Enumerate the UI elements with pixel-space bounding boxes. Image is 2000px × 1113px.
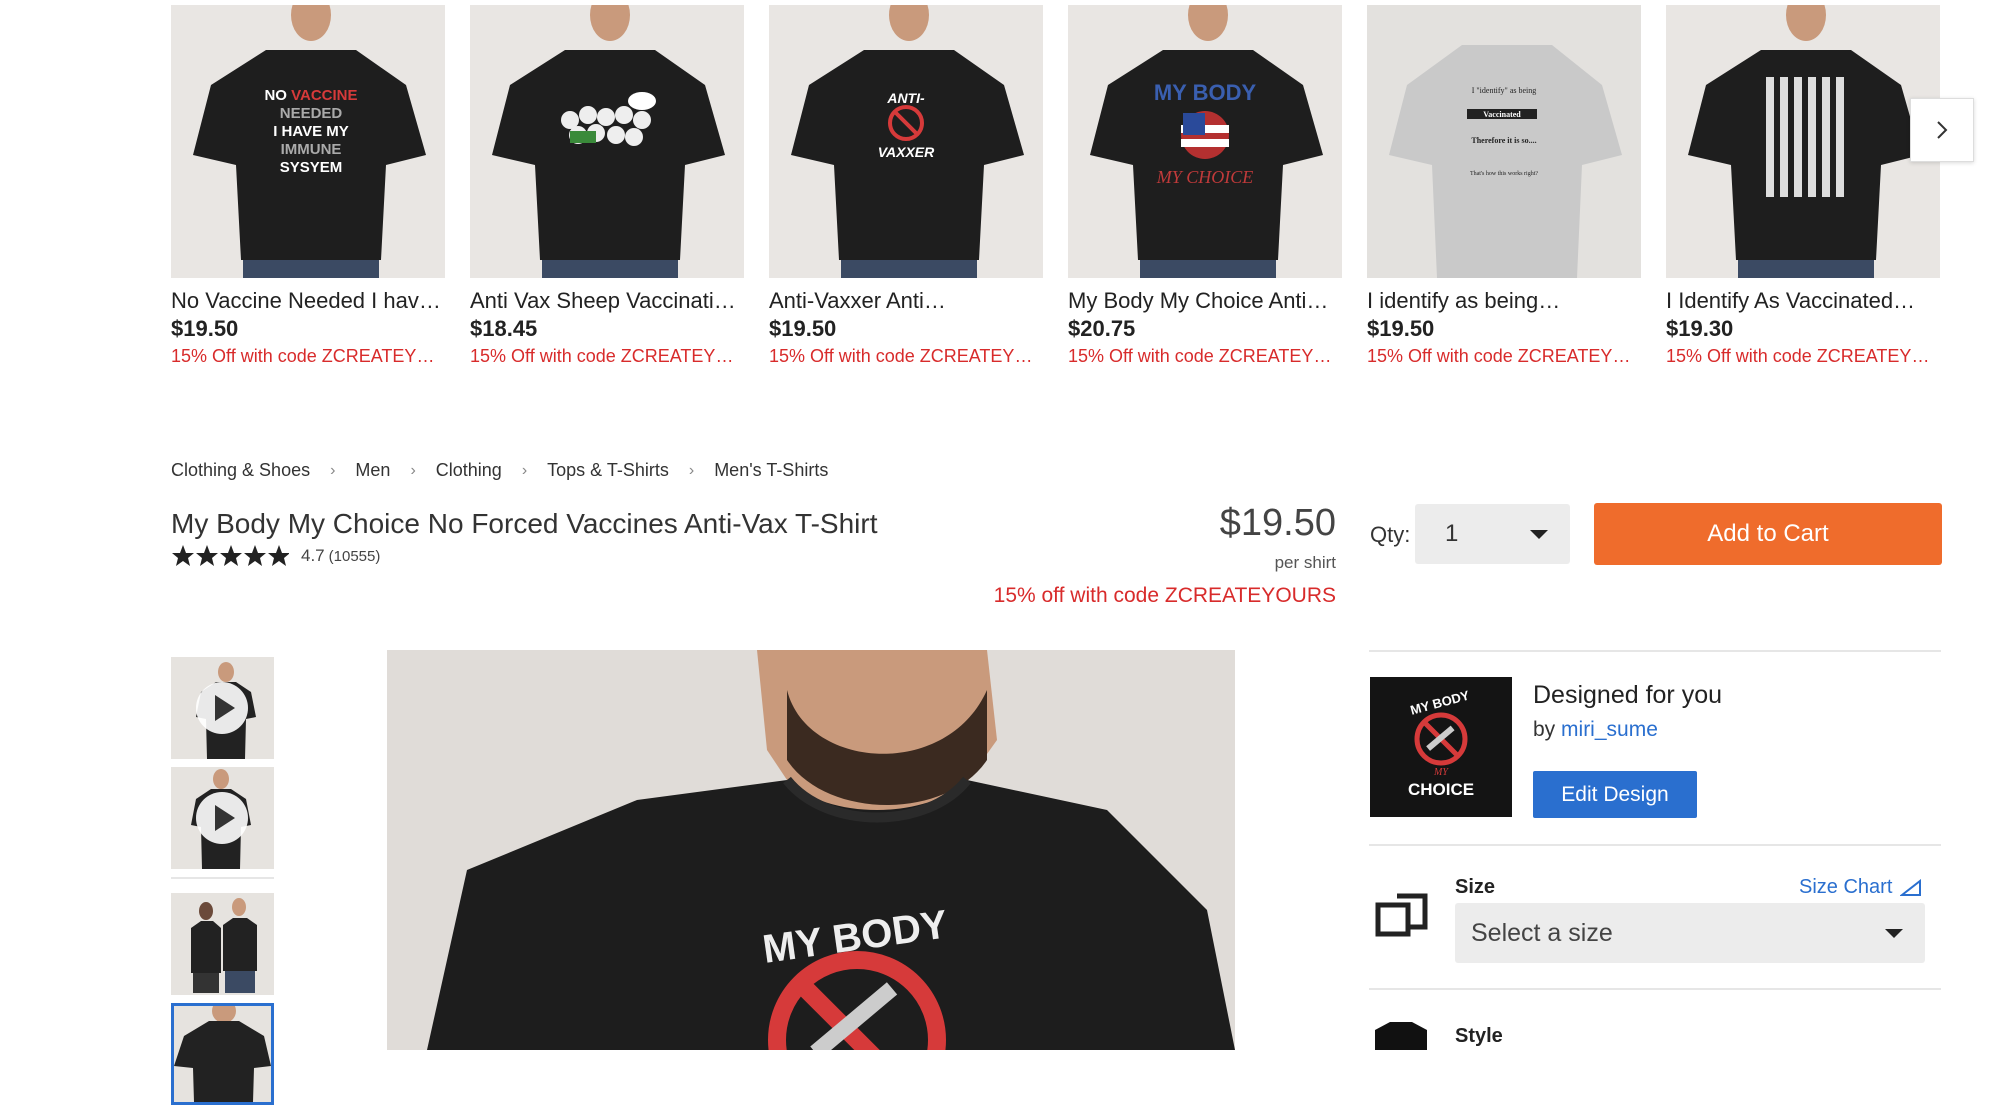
size-chart-link[interactable]: Size Chart <box>1799 876 1922 899</box>
caret-down-icon <box>1885 928 1903 938</box>
rating-count[interactable]: (10555) <box>329 548 381 565</box>
video-thumbnail[interactable] <box>171 767 274 869</box>
product-promo: 15% Off with code ZCREATEYO… <box>1367 346 1641 366</box>
product-card[interactable]: NO VACCINE NEEDED I HAVE MY IMMUNE SYSYEM N… <box>171 5 445 369</box>
rating-stars <box>171 544 295 568</box>
product-name[interactable]: Anti Vax Sheep Vaccinatio… <box>470 287 744 315</box>
svg-text:MY: MY <box>1433 767 1449 778</box>
product-price: $19.50 <box>171 316 239 341</box>
product-card[interactable]: Anti Vax Sheep Vaccinatio… $18.45 15% Of… <box>470 5 744 369</box>
product-title: My Body My Choice No Forced Vaccines Ant… <box>171 508 878 539</box>
product-promo: 15% Off with code ZCREATEYO… <box>470 346 744 366</box>
product-name[interactable]: No Vaccine Needed I have… <box>171 287 445 315</box>
product-promo: 15% Off with code ZCREATEYO… <box>171 346 445 366</box>
chevron-right-icon: › <box>330 461 336 479</box>
product-promo: 15% Off with code ZCREATEYO… <box>769 346 1043 366</box>
product-image[interactable]: ANTI- VAXXER <box>769 5 1043 278</box>
size-select[interactable]: Select a size <box>1455 903 1925 963</box>
product-name[interactable]: My Body My Choice Anti… <box>1068 287 1342 315</box>
product-promo: 15% Off with code ZCREATEYO… <box>1666 346 1940 366</box>
product-price: $18.45 <box>470 316 538 341</box>
quantity-value: 1 <box>1445 520 1459 547</box>
size-placeholder: Select a size <box>1471 918 1613 947</box>
rating-value: 4.7 <box>301 546 325 565</box>
product-promo: 15% Off with code ZCREATEYO… <box>1068 346 1342 366</box>
size-chart-label: Size Chart <box>1799 876 1893 898</box>
svg-text:ANTI-: ANTI- <box>886 90 925 106</box>
designed-heading: Designed for you <box>1533 681 1723 709</box>
size-label: Size <box>1455 876 1496 898</box>
product-image[interactable] <box>470 5 744 278</box>
product-name[interactable]: I identify as being… <box>1367 287 1641 315</box>
add-to-cart-button[interactable]: Add to Cart <box>1594 503 1942 565</box>
price-unit: per shirt <box>1274 553 1336 572</box>
svg-text:VAXXER: VAXXER <box>878 144 935 160</box>
product-card[interactable]: I "identify" as being Vaccinated Therefo… <box>1367 5 1641 369</box>
product-price: $19.50 <box>1367 316 1435 341</box>
product-name[interactable]: Anti-Vaxxer Anti… <box>769 287 1043 315</box>
product-image[interactable]: I "identify" as being Vaccinated Therefo… <box>1367 5 1641 278</box>
divider <box>1369 844 1941 846</box>
product-card[interactable]: I Identify As Vaccinated… $19.30 15% Off… <box>1666 5 1940 369</box>
product-image[interactable]: NO VACCINE NEEDED I HAVE MY IMMUNE SYSYEM <box>171 5 445 278</box>
product-card[interactable]: MY BODY MY CHOICE My Body My Choice Anti… <box>1068 5 1342 369</box>
divider <box>1369 988 1941 990</box>
designer-byline: by miri_sume <box>1533 718 1658 742</box>
chevron-right-icon <box>1937 121 1948 139</box>
svg-text:That's how this works right?: That's how this works right? <box>1470 171 1538 177</box>
image-thumbnail[interactable] <box>171 893 274 995</box>
breadcrumb-item[interactable]: Tops & T-Shirts <box>547 460 669 481</box>
product-price: $19.50 <box>769 316 837 341</box>
product-image[interactable] <box>1666 5 1940 278</box>
divider <box>171 877 274 879</box>
video-thumbnail[interactable] <box>171 657 274 759</box>
svg-text:Therefore it is so....: Therefore it is so.... <box>1471 136 1536 145</box>
svg-text:Vaccinated: Vaccinated <box>1483 110 1521 119</box>
caret-down-icon <box>1530 529 1548 539</box>
star-rating-icon <box>172 545 289 566</box>
style-thumbnail[interactable] <box>1370 1020 1432 1050</box>
product-name[interactable]: I Identify As Vaccinated… <box>1666 287 1940 315</box>
qty-label: Qty: <box>1370 522 1411 547</box>
designer-link[interactable]: miri_sume <box>1561 718 1658 741</box>
quantity-select[interactable]: 1 <box>1415 504 1570 564</box>
chevron-right-icon: › <box>521 461 528 479</box>
product-rating[interactable]: 4.7 (10555) <box>171 544 380 568</box>
product-price: $19.30 <box>1666 316 1734 341</box>
svg-text:MY BODY: MY BODY <box>1154 80 1257 105</box>
carousel-next-button[interactable] <box>1910 98 1974 162</box>
divider <box>1369 650 1941 652</box>
size-icon <box>1375 893 1429 942</box>
svg-text:I "identify" as being: I "identify" as being <box>1472 86 1537 95</box>
main-product-image[interactable]: MY BODY <box>387 650 1235 1050</box>
promo-text: 15% off with code ZCREATEYOURS <box>993 584 1336 607</box>
product-price: $19.50 <box>1219 502 1336 544</box>
ruler-icon <box>1900 878 1922 896</box>
by-label: by <box>1533 718 1556 741</box>
breadcrumb-item[interactable]: Men's T-Shirts <box>714 460 828 481</box>
product-card[interactable]: ANTI- VAXXER Anti-Vaxxer Anti… $19.50 15… <box>769 5 1043 369</box>
chevron-right-icon: › <box>688 461 695 479</box>
chevron-right-icon: › <box>410 461 416 479</box>
svg-text:MY CHOICE: MY CHOICE <box>1156 167 1254 187</box>
design-thumbnail[interactable]: MY BODY MY CHOICE <box>1370 677 1512 817</box>
related-products-carousel: NO VACCINE NEEDED I HAVE MY IMMUNE SYSYEM N… <box>171 5 1941 366</box>
edit-design-button[interactable]: Edit Design <box>1533 771 1697 818</box>
svg-text:CHOICE: CHOICE <box>1408 780 1474 799</box>
breadcrumb-item[interactable]: Men <box>355 460 390 481</box>
breadcrumb: Clothing & Shoes › Men › Clothing › Tops… <box>171 460 828 481</box>
product-price: $20.75 <box>1068 316 1136 341</box>
product-image[interactable]: MY BODY MY CHOICE <box>1068 5 1342 278</box>
breadcrumb-item[interactable]: Clothing & Shoes <box>171 460 310 481</box>
breadcrumb-item[interactable]: Clothing <box>436 460 502 481</box>
image-thumbnail-selected[interactable] <box>171 1003 274 1105</box>
